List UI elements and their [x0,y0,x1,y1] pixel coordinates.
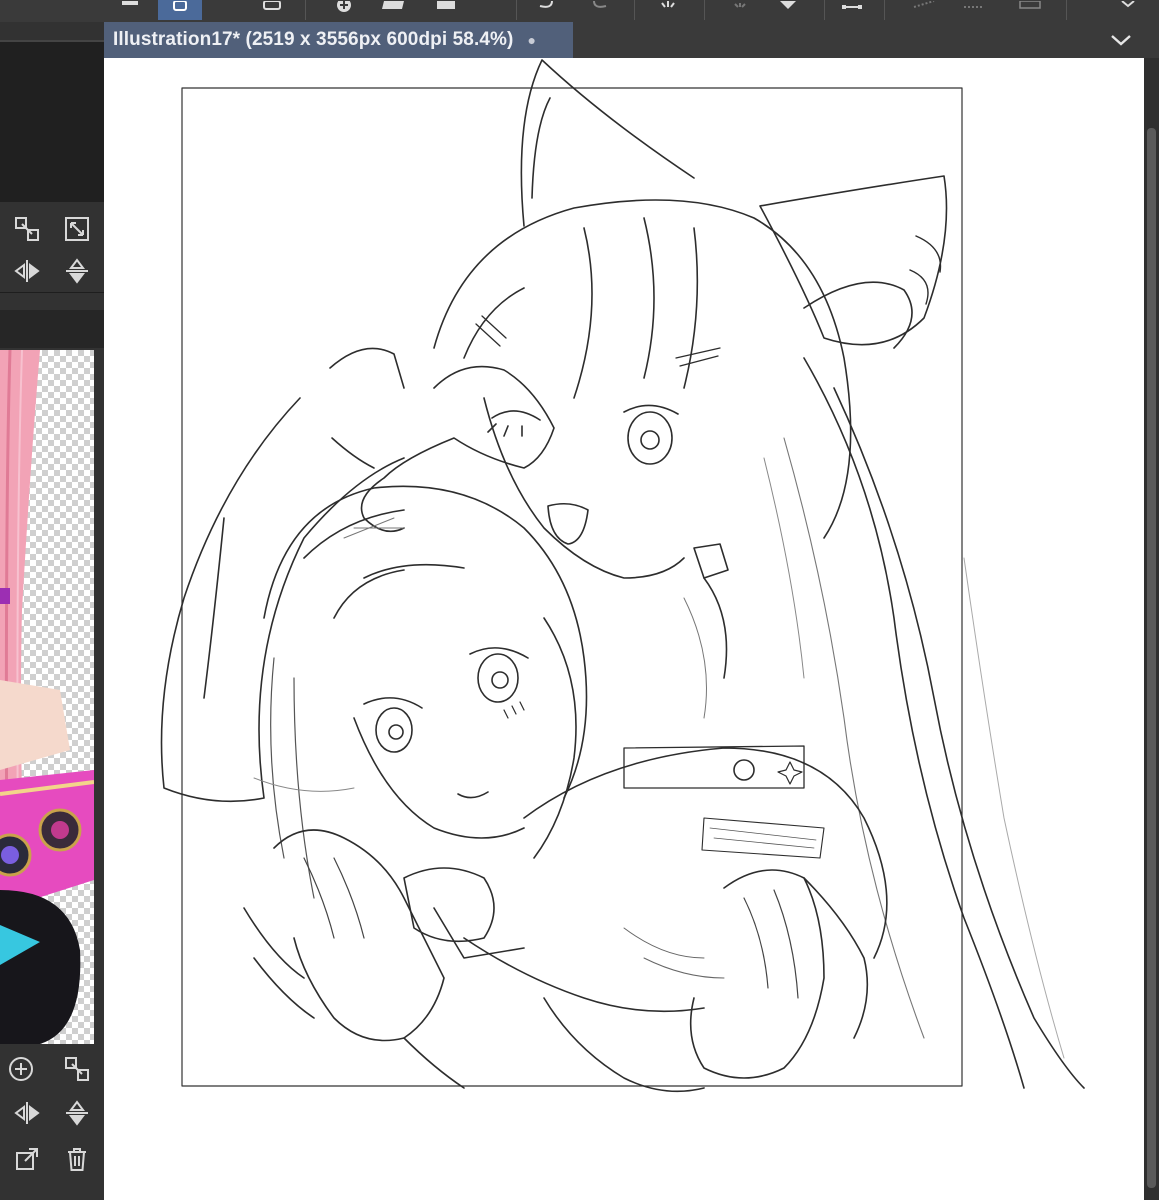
stack-icon[interactable] [250,0,294,20]
sketch-head-bottom [263,485,588,799]
sketch-eye-open [627,411,673,465]
sketch-eye-right-bottom [477,653,519,703]
folder-icon[interactable] [372,0,416,20]
tab-bar [573,22,1159,58]
stack-icon[interactable] [424,0,468,20]
sketch-ear-right [759,175,948,346]
fill-icon[interactable] [766,0,810,20]
panel-header [0,310,104,348]
vertical-scrollbar[interactable] [1144,58,1159,1200]
redo-icon[interactable] [578,0,622,20]
resize-icon[interactable] [10,212,44,246]
sketch-mouth-smile [457,791,489,799]
sketch-arm-left [160,397,405,803]
scrollbar-thumb[interactable] [1147,128,1156,1188]
sketch-head-top [433,199,852,539]
menu-icon[interactable] [108,0,152,20]
transform-icon[interactable] [830,0,874,20]
sketch-eye-wink [491,410,541,421]
add-circle-icon[interactable] [4,1052,38,1086]
left-panel [0,22,104,1200]
sketch-hand-peace [360,365,555,533]
chevron-down-icon[interactable] [1106,0,1150,20]
export-icon[interactable] [10,1142,44,1176]
chevron-down-icon[interactable] [1106,24,1136,56]
document-tab[interactable]: Illustration17* (2519 x 3556px 600dpi 58… [104,22,573,58]
sketch-hand-right [689,869,825,1079]
navigator-area [0,42,104,202]
sketch-hand-left [273,829,445,1042]
keyboard-icon[interactable] [1008,0,1052,20]
layer-controls [0,1044,104,1200]
ruler-icon[interactable] [902,0,946,20]
expand-icon[interactable] [60,212,94,246]
drawing-canvas[interactable] [104,58,1144,1200]
add-layer-icon[interactable] [322,0,366,20]
trash-icon[interactable] [60,1142,94,1176]
top-toolbar [0,0,1159,23]
canvas-frame [181,87,963,1087]
sketch-ear-left [520,59,695,227]
brush-icon[interactable] [718,0,762,20]
flip-horizontal-icon[interactable] [10,254,44,288]
flip-horizontal-icon[interactable] [10,1096,44,1130]
layer-icon[interactable] [158,0,202,20]
flip-vertical-icon[interactable] [60,1096,94,1130]
document-title: Illustration17* (2519 x 3556px 600dpi 58… [113,29,514,50]
undo-icon[interactable] [524,0,568,20]
ruler-icon[interactable] [952,0,996,20]
close-icon[interactable]: ● [527,32,536,48]
navigator-controls [0,202,104,292]
sketch-eye-left-bottom [375,707,413,753]
light-icon[interactable] [646,0,690,20]
layer-thumbnail[interactable] [0,350,94,1044]
resize-icon[interactable] [60,1052,94,1086]
flip-vertical-icon[interactable] [60,254,94,288]
